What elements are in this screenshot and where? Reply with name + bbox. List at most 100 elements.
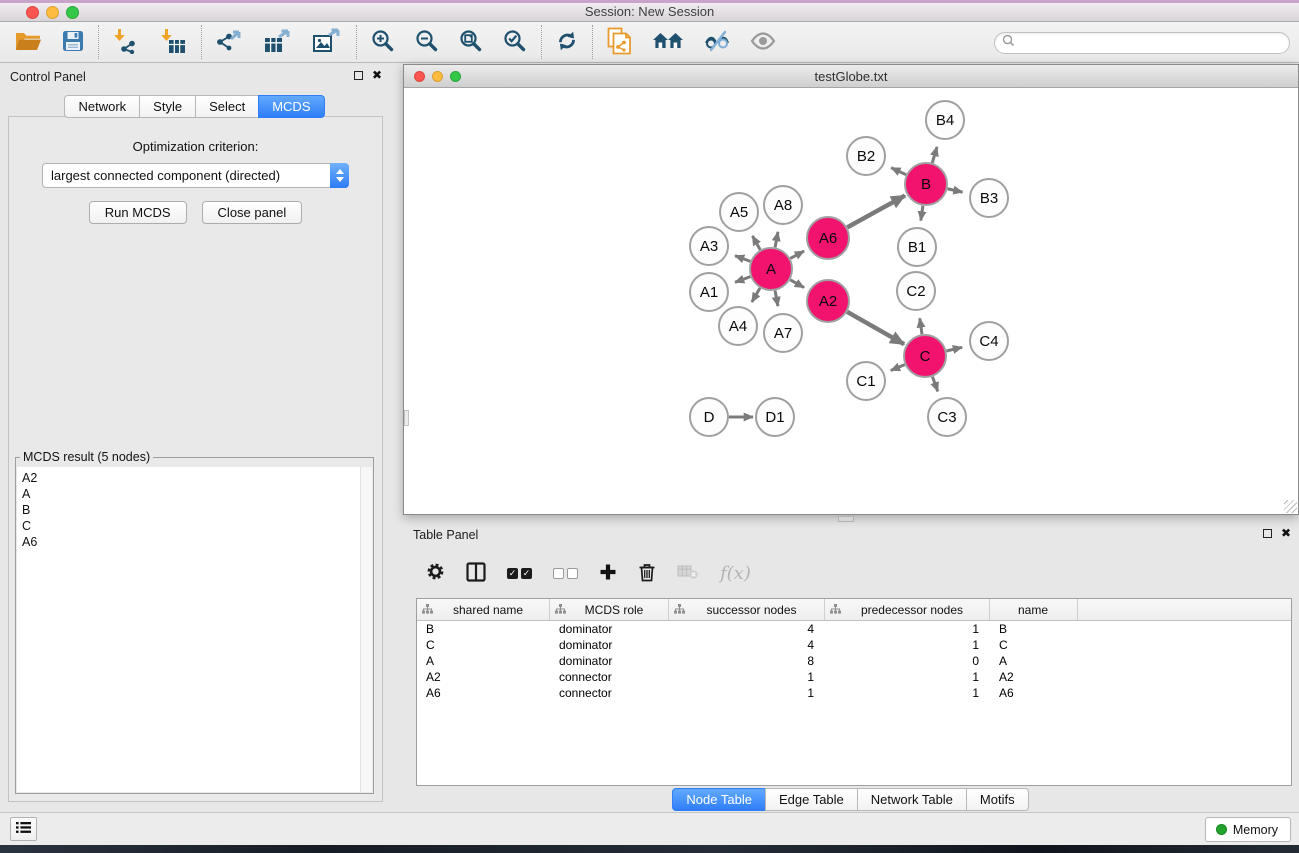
zoom-out-button[interactable] [415, 29, 439, 56]
graph-node-A[interactable]: A [750, 248, 792, 290]
graph-edge-C-C3[interactable] [932, 377, 937, 392]
table-cell[interactable]: 0 [825, 654, 990, 668]
split-table-button[interactable] [466, 562, 486, 585]
table-cell[interactable]: 1 [825, 686, 990, 700]
table-cell[interactable]: A [417, 654, 550, 668]
table-cell[interactable]: connector [550, 686, 669, 700]
graph-edge-A2-C[interactable] [847, 312, 904, 344]
table-cell[interactable]: 1 [669, 686, 825, 700]
table-row[interactable]: Cdominator41C [417, 637, 1291, 653]
table-cell[interactable]: C [990, 638, 1078, 652]
table-cell[interactable]: A6 [990, 686, 1078, 700]
table-cell[interactable]: dominator [550, 622, 669, 636]
graph-node-B[interactable]: B [905, 163, 947, 205]
graph-edge-B-B1[interactable] [921, 206, 923, 221]
mcds-result-item[interactable]: A2 [22, 470, 372, 486]
add-column-button[interactable] [599, 563, 617, 584]
canvas-side-handle[interactable] [404, 410, 409, 426]
graph-edge-C-C1[interactable] [891, 365, 905, 371]
tab-mcds[interactable]: MCDS [258, 95, 324, 118]
graph-node-D[interactable]: D [690, 398, 728, 436]
tab-select[interactable]: Select [195, 95, 259, 118]
graph-edge-A-A3[interactable] [735, 256, 750, 262]
table-settings-button[interactable] [426, 562, 445, 584]
table-row[interactable]: Adominator80A [417, 653, 1291, 669]
graph-edge-A-A8[interactable] [775, 232, 778, 247]
table-cell[interactable]: dominator [550, 638, 669, 652]
graph-edge-B-B3[interactable] [947, 189, 962, 192]
delete-table-button[interactable] [677, 563, 699, 583]
graph-edge-A6-B[interactable] [847, 196, 905, 228]
zoom-in-button[interactable] [371, 29, 395, 56]
tab-network-table[interactable]: Network Table [857, 788, 967, 811]
open-session-button[interactable] [14, 30, 42, 55]
graph-edge-B-B2[interactable] [891, 168, 906, 175]
tab-node-table[interactable]: Node Table [672, 788, 766, 811]
table-row[interactable]: Bdominator41B [417, 621, 1291, 637]
graph-node-A2[interactable]: A2 [807, 280, 849, 322]
column-header-predecessor-nodes[interactable]: predecessor nodes [825, 599, 990, 620]
float-panel-icon[interactable] [354, 71, 363, 80]
search-field[interactable] [994, 32, 1290, 54]
column-header-successor-nodes[interactable]: successor nodes [669, 599, 825, 620]
table-cell[interactable]: A6 [417, 686, 550, 700]
graph-node-C4[interactable]: C4 [970, 322, 1008, 360]
graph-node-C1[interactable]: C1 [847, 362, 885, 400]
table-cell[interactable]: 4 [669, 622, 825, 636]
graph-node-B3[interactable]: B3 [970, 179, 1008, 217]
search-input[interactable] [1015, 34, 1289, 52]
column-header-mcds-role[interactable]: MCDS role [550, 599, 669, 620]
mcds-result-list-area[interactable]: A2ABCA6 [17, 467, 372, 792]
run-mcds-button[interactable]: Run MCDS [89, 201, 187, 224]
table-cell[interactable]: 1 [825, 622, 990, 636]
column-header-shared-name[interactable]: shared name [417, 599, 550, 620]
network-canvas[interactable]: B4B2BB3A8A5A6A3B1AA1C2A2A4A7C4CC1C3DD1 [404, 88, 1298, 514]
tab-style[interactable]: Style [139, 95, 196, 118]
zoom-selected-button[interactable] [503, 29, 527, 56]
graph-node-C3[interactable]: C3 [928, 398, 966, 436]
graph-node-A6[interactable]: A6 [807, 217, 849, 259]
select-all-button[interactable]: ✓✓ [507, 568, 532, 579]
table-cell[interactable]: connector [550, 670, 669, 684]
deselect-all-button[interactable] [553, 568, 578, 579]
result-scrollbar[interactable] [360, 467, 372, 792]
graph-node-A3[interactable]: A3 [690, 227, 728, 265]
table-cell[interactable]: 4 [669, 638, 825, 652]
graph-edge-C-C2[interactable] [920, 318, 922, 334]
criterion-select[interactable]: largest connected component (directed) [42, 163, 349, 188]
table-row[interactable]: A2connector11A2 [417, 669, 1291, 685]
graph-node-B4[interactable]: B4 [926, 101, 964, 139]
close-panel-button[interactable]: Close panel [202, 201, 303, 224]
graph-edge-C-C4[interactable] [946, 347, 962, 351]
float-panel-icon[interactable] [1263, 529, 1272, 538]
home-button[interactable] [652, 30, 684, 55]
graph-edge-A-A6[interactable] [790, 251, 804, 258]
graph-node-A1[interactable]: A1 [690, 273, 728, 311]
export-table-button[interactable] [264, 28, 293, 57]
table-cell[interactable]: B [990, 622, 1078, 636]
mcds-result-item[interactable]: A6 [22, 534, 372, 550]
close-panel-icon[interactable]: ✖ [372, 70, 382, 80]
graph-node-D1[interactable]: D1 [756, 398, 794, 436]
select-stepper-icon[interactable] [330, 163, 349, 188]
graph-edge-A-A7[interactable] [775, 291, 778, 306]
close-panel-icon[interactable]: ✖ [1281, 528, 1291, 538]
graph-node-B2[interactable]: B2 [847, 137, 885, 175]
tab-motifs[interactable]: Motifs [966, 788, 1029, 811]
memory-button[interactable]: Memory [1205, 817, 1291, 842]
graph-edge-A-A4[interactable] [752, 288, 760, 302]
mcds-result-item[interactable]: A [22, 486, 372, 502]
mcds-result-item[interactable]: B [22, 502, 372, 518]
graph-edge-A-A1[interactable] [735, 277, 750, 283]
mcds-result-item[interactable]: C [22, 518, 372, 534]
table-cell[interactable]: A [990, 654, 1078, 668]
graph-node-A8[interactable]: A8 [764, 186, 802, 224]
graph-node-A4[interactable]: A4 [719, 307, 757, 345]
table-row[interactable]: A6connector11A6 [417, 685, 1291, 701]
delete-column-button[interactable] [638, 562, 656, 585]
clone-network-button[interactable] [607, 27, 632, 58]
graph-node-A5[interactable]: A5 [720, 193, 758, 231]
graph-edge-A-A2[interactable] [790, 280, 804, 288]
graph-node-A7[interactable]: A7 [764, 314, 802, 352]
show-eye-button[interactable] [750, 31, 776, 54]
